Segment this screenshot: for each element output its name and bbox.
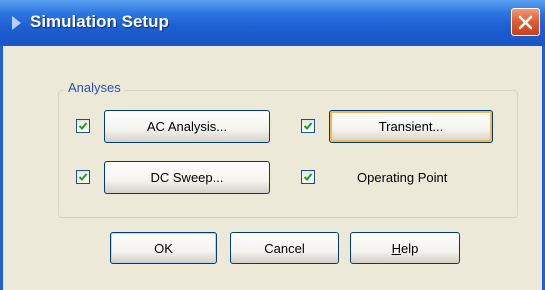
check-icon [303,122,313,130]
operating-point-label[interactable]: Operating Point [357,170,447,185]
window-title: Simulation Setup [30,12,169,31]
cancel-button[interactable]: Cancel [230,232,339,264]
close-icon [518,15,533,29]
help-accelerator: H [391,240,402,256]
dc-sweep-checkbox[interactable] [76,170,90,184]
help-label-rest: elp [401,240,419,256]
title-bar[interactable]: Simulation Setup [0,0,545,47]
check-icon [78,122,88,130]
analyses-group-label: Analyses [65,80,124,95]
dc-sweep-button[interactable]: DC Sweep... [104,161,270,194]
ac-analysis-checkbox[interactable] [76,119,90,133]
transient-checkbox[interactable] [301,119,315,133]
check-icon [303,173,313,181]
dialog-body: Analyses AC Analysis... Transient... DC … [0,46,545,290]
app-icon [12,16,21,30]
transient-button[interactable]: Transient... [329,110,493,143]
help-button[interactable]: Help [350,232,460,264]
simulation-setup-dialog: Simulation Setup Analyses AC Analysis...… [0,0,545,290]
check-icon [78,173,88,181]
ok-button[interactable]: OK [110,232,217,264]
ac-analysis-button[interactable]: AC Analysis... [104,110,270,143]
operating-point-checkbox[interactable] [301,170,315,184]
close-button[interactable] [511,8,540,36]
